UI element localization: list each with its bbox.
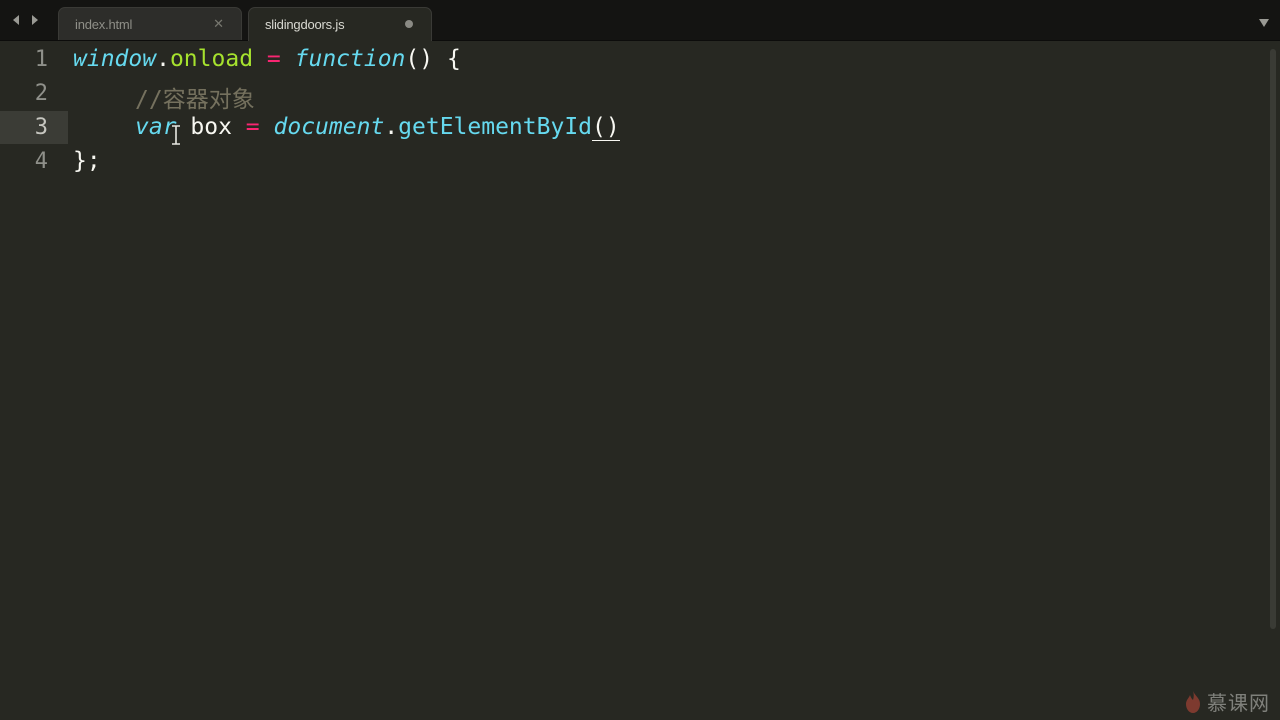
tab-bar: index.html ✕ slidingdoors.js bbox=[0, 0, 1280, 41]
tab-label: index.html bbox=[75, 17, 133, 32]
close-icon[interactable]: ✕ bbox=[213, 17, 224, 31]
code-line[interactable]: 1 window.onload = function() { bbox=[0, 43, 1266, 76]
watermark: 慕课网 bbox=[1183, 687, 1270, 716]
token-comment: // bbox=[135, 87, 163, 113]
code-editor[interactable]: 1 window.onload = function() { 2 //容器对象 … bbox=[0, 41, 1266, 720]
tab-scroll-left-icon[interactable] bbox=[9, 12, 23, 28]
code-text: window.onload = function() { bbox=[73, 46, 461, 72]
token-punctuation: . bbox=[384, 114, 399, 140]
token-punctuation: }; bbox=[73, 148, 101, 174]
text-cursor-icon bbox=[172, 125, 180, 145]
token-keyword: function bbox=[294, 46, 406, 72]
token-punctuation: { bbox=[433, 46, 461, 72]
token-identifier: box bbox=[176, 114, 246, 140]
code-line[interactable]: 2 //容器对象 bbox=[0, 77, 1266, 113]
line-number: 2 bbox=[34, 81, 48, 106]
token-property: onload bbox=[169, 46, 254, 72]
tab-label: slidingdoors.js bbox=[265, 17, 345, 32]
token-identifier: document bbox=[273, 114, 385, 140]
code-line[interactable]: 4 }; bbox=[0, 145, 1266, 178]
vertical-scrollbar[interactable] bbox=[1266, 41, 1280, 720]
token-comment: 容器对象 bbox=[162, 87, 255, 113]
line-number: 4 bbox=[34, 149, 48, 174]
code-text: //容器对象 bbox=[73, 80, 255, 114]
token-punctuation: () bbox=[405, 46, 434, 72]
token-method: getElementById bbox=[398, 114, 593, 140]
scrollbar-thumb[interactable] bbox=[1270, 49, 1276, 629]
tab-index-html[interactable]: index.html ✕ bbox=[58, 7, 242, 40]
line-number: 1 bbox=[34, 47, 48, 72]
token-punctuation: . bbox=[156, 46, 170, 72]
watermark-text: 慕课网 bbox=[1207, 691, 1270, 715]
token-operator: = bbox=[266, 46, 281, 72]
code-line-current[interactable]: 3 var box = document.getElementById() bbox=[0, 111, 1266, 144]
token-identifier: window bbox=[73, 46, 157, 72]
tab-scroll-right-icon[interactable] bbox=[28, 12, 42, 28]
code-text: }; bbox=[73, 148, 101, 174]
unsaved-dot-icon[interactable] bbox=[405, 20, 413, 28]
tab-slidingdoors-js[interactable]: slidingdoors.js bbox=[248, 7, 432, 41]
tab-list-dropdown-icon[interactable] bbox=[1258, 15, 1270, 33]
token-operator: = bbox=[245, 114, 260, 140]
line-number: 3 bbox=[34, 115, 48, 140]
flame-logo-icon bbox=[1186, 690, 1200, 713]
code-text: var box = document.getElementById() bbox=[73, 114, 620, 141]
token-matched-parens: () bbox=[592, 114, 620, 141]
